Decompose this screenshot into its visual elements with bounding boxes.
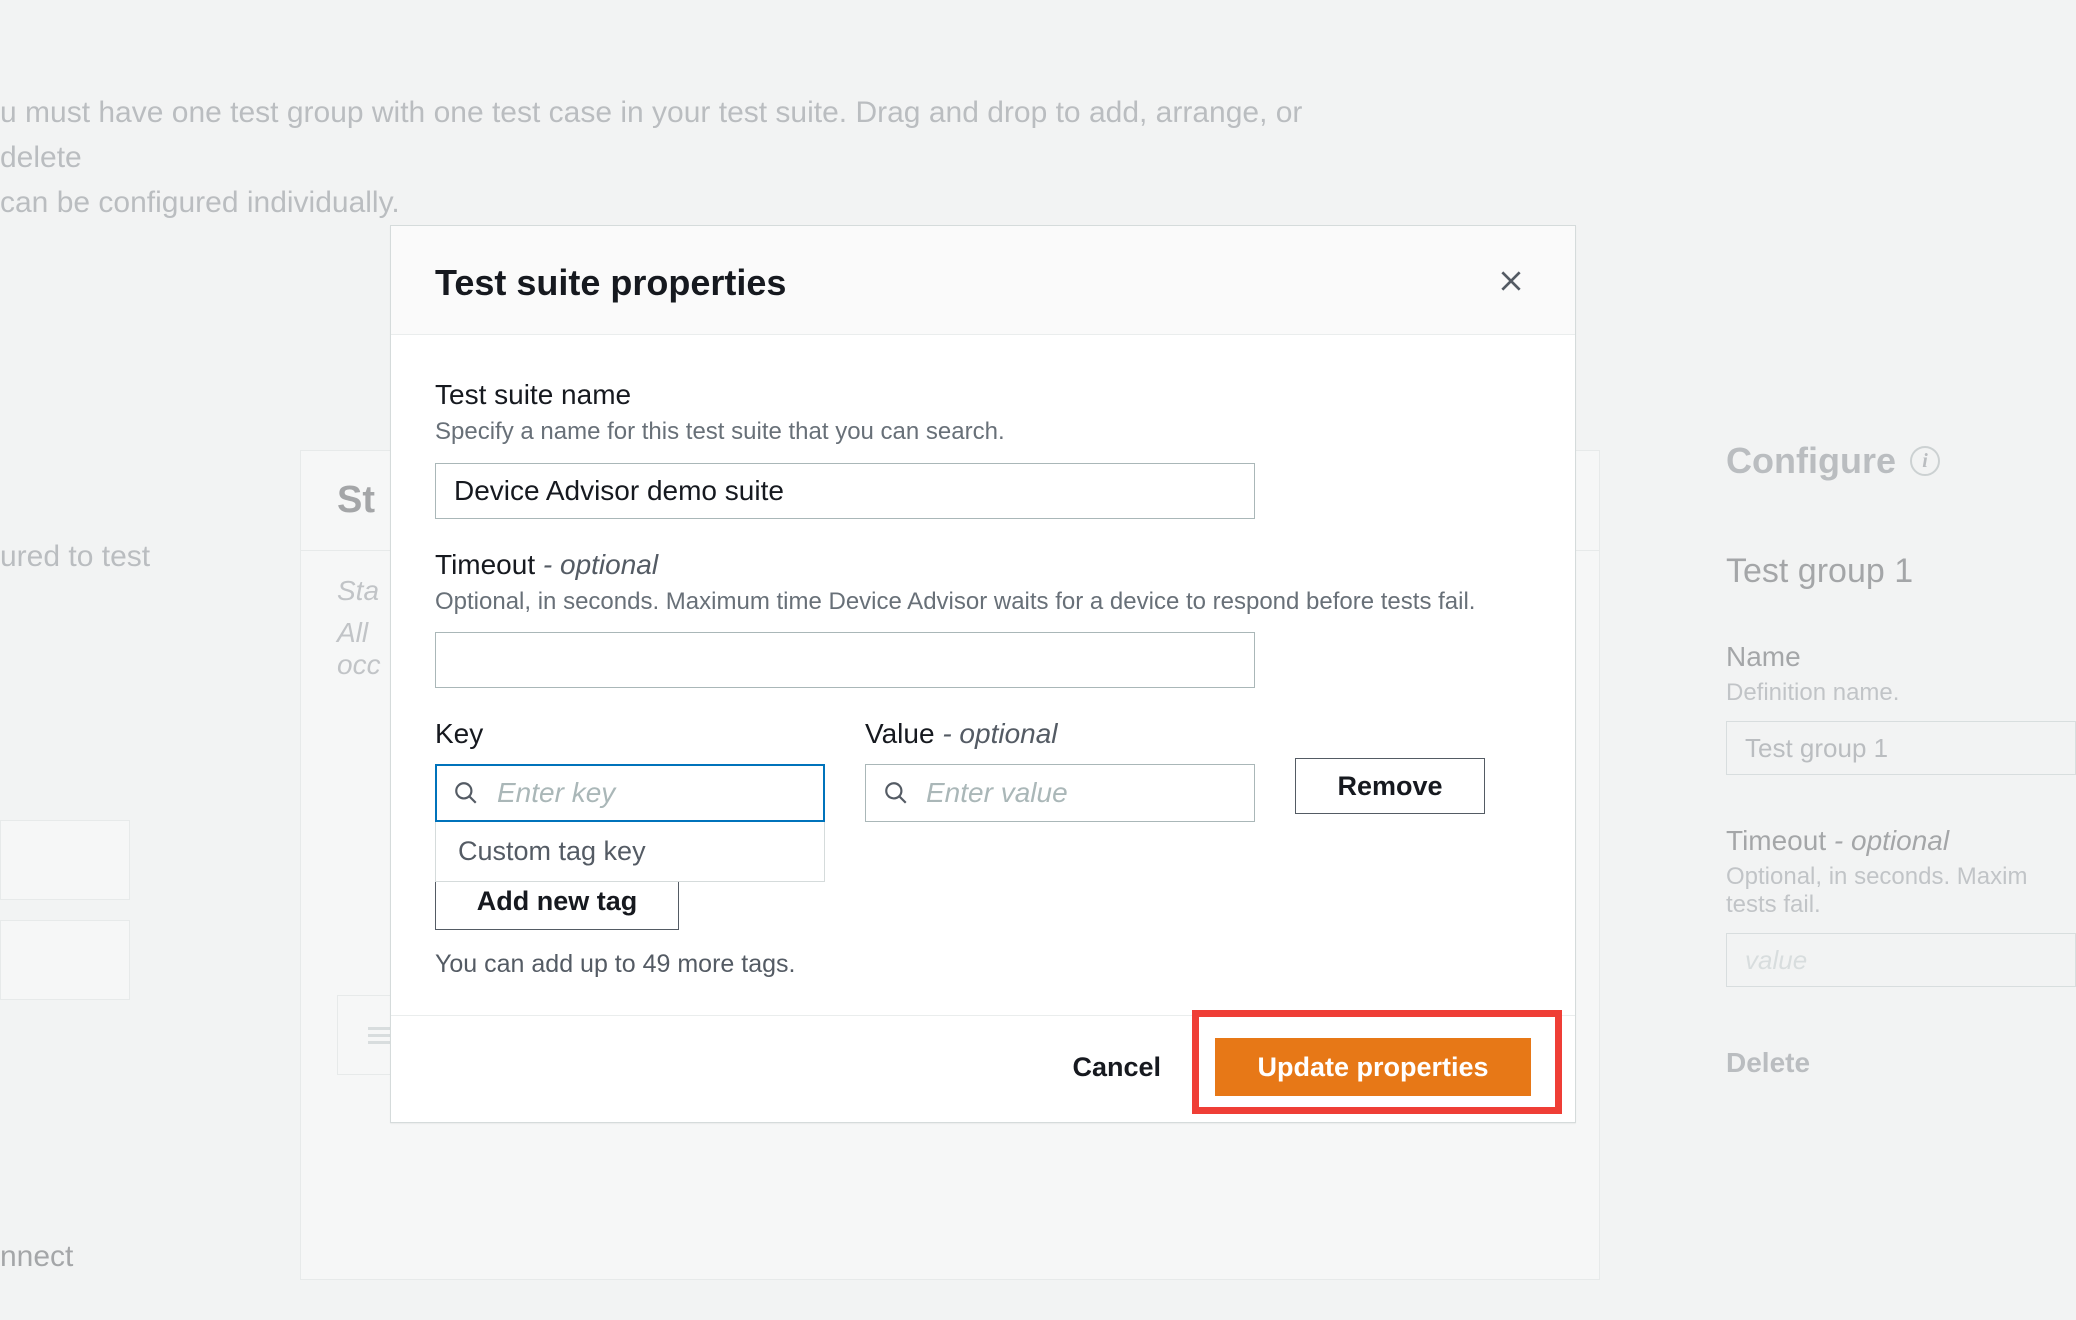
backdrop-timeout-input: value — [1726, 933, 2076, 987]
search-icon — [883, 780, 909, 806]
update-properties-button[interactable]: Update properties — [1215, 1038, 1531, 1096]
timeout-label-text: Timeout — [435, 549, 535, 580]
backdrop-left-box-2 — [0, 920, 130, 1000]
modal-header: Test suite properties — [391, 226, 1575, 335]
backdrop-intro-line1: u must have one test group with one test… — [0, 90, 1320, 180]
tag-value-input[interactable] — [865, 764, 1255, 822]
search-icon — [453, 780, 479, 806]
backdrop-right-panel: Configure i Test group 1 Name Definition… — [1726, 440, 2076, 1079]
modal-body: Test suite name Specify a name for this … — [391, 335, 1575, 1015]
timeout-section: Timeout - optional Optional, in seconds.… — [435, 549, 1531, 689]
backdrop-left-connect: nnect — [0, 1240, 73, 1274]
modal-footer: Cancel Update properties — [391, 1015, 1575, 1122]
info-icon: i — [1910, 446, 1940, 476]
backdrop-timeout-optional: - optional — [1834, 825, 1949, 856]
suite-name-section: Test suite name Specify a name for this … — [435, 379, 1531, 519]
timeout-help: Optional, in seconds. Maximum time Devic… — [435, 585, 1531, 619]
timeout-label: Timeout - optional — [435, 549, 1531, 581]
tag-value-optional-text: - optional — [942, 718, 1057, 749]
tag-value-label: Value - optional — [865, 718, 1255, 750]
close-icon — [1498, 268, 1524, 299]
backdrop-timeout-label-text: Timeout — [1726, 825, 1826, 856]
backdrop-delete-button: Delete — [1726, 1047, 2076, 1079]
tag-key-suggestion[interactable]: Custom tag key — [435, 822, 825, 882]
backdrop-name-label: Name — [1726, 641, 2076, 673]
tag-key-label: Key — [435, 718, 825, 750]
backdrop-left-text: ured to test — [0, 540, 150, 574]
tag-row: Key Custom tag key Value - optional — [435, 718, 1531, 822]
backdrop-intro: u must have one test group with one test… — [0, 90, 1320, 225]
tag-key-column: Key Custom tag key — [435, 718, 825, 822]
timeout-optional-text: - optional — [543, 549, 658, 580]
backdrop-left-box-1 — [0, 820, 130, 900]
backdrop-intro-line2: can be configured individually. — [0, 180, 1320, 225]
timeout-input[interactable] — [435, 632, 1255, 688]
remove-tag-button[interactable]: Remove — [1295, 758, 1485, 814]
backdrop-timeout-help: Optional, in seconds. Maxim tests fail. — [1726, 863, 2076, 919]
backdrop-name-help: Definition name. — [1726, 679, 2076, 707]
tag-value-column: Value - optional — [865, 718, 1255, 822]
tag-key-input-wrap: Custom tag key — [435, 764, 825, 822]
close-button[interactable] — [1491, 263, 1531, 303]
tag-remove-column: Remove — [1295, 718, 1485, 814]
test-suite-properties-modal: Test suite properties Test suite name Sp… — [390, 225, 1576, 1123]
page-root: u must have one test group with one test… — [0, 0, 2076, 1320]
cancel-button[interactable]: Cancel — [1042, 1038, 1191, 1096]
tag-value-label-text: Value — [865, 718, 935, 749]
backdrop-name-input: Test group 1 — [1726, 721, 2076, 775]
backdrop-group-title: Test group 1 — [1726, 552, 2076, 591]
suite-name-input[interactable] — [435, 463, 1255, 519]
backdrop-configure-text: Configure — [1726, 440, 1896, 482]
backdrop-configure-heading: Configure i — [1726, 440, 2076, 482]
backdrop-editor-sub2a: All — [337, 617, 368, 648]
suite-name-label: Test suite name — [435, 379, 1531, 411]
tag-key-input[interactable] — [435, 764, 825, 822]
backdrop-timeout-label: Timeout - optional — [1726, 825, 2076, 857]
suite-name-help: Specify a name for this test suite that … — [435, 415, 1531, 449]
tag-limit-note: You can add up to 49 more tags. — [435, 950, 1531, 979]
tag-value-input-wrap — [865, 764, 1255, 822]
modal-title: Test suite properties — [435, 262, 786, 304]
backdrop-editor-sub2b: occ — [337, 649, 381, 680]
